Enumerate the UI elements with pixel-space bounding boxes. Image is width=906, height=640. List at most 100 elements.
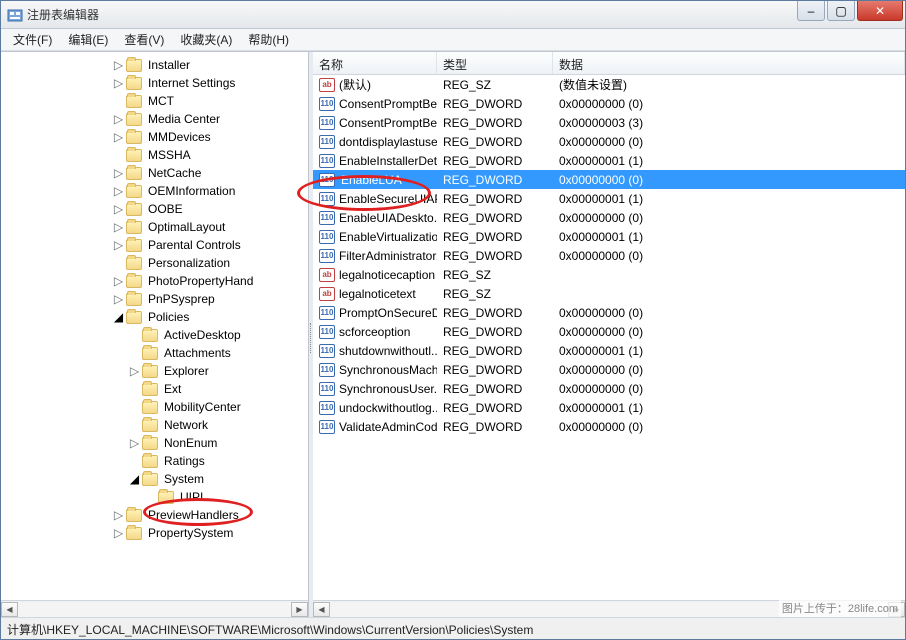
expand-toggle-icon[interactable]: ▷ [129,438,140,449]
tree-item[interactable]: ▷NonEnum [1,434,308,452]
tree-item[interactable]: ▷NetCache [1,164,308,182]
value-row[interactable]: 110SynchronousMach...REG_DWORD0x00000000… [313,360,905,379]
value-type: REG_DWORD [437,230,553,244]
value-type: REG_DWORD [437,325,553,339]
value-row[interactable]: ab(默认)REG_SZ(数值未设置) [313,75,905,94]
regsz-icon: ab [319,78,335,92]
tree-item[interactable]: ▷ MMDevices [1,128,308,146]
expand-toggle-icon[interactable]: ▷ [113,240,124,251]
tree-item[interactable]: UIPI [1,488,308,506]
folder-icon [142,329,158,342]
menu-view[interactable]: 查看(V) [116,29,172,50]
tree-item[interactable]: ◢System [1,470,308,488]
value-type: REG_DWORD [437,154,553,168]
tree-item[interactable]: ▷PnPSysprep [1,290,308,308]
col-type[interactable]: 类型 [437,52,553,74]
expand-toggle-icon[interactable]: ▷ [113,276,124,287]
expand-toggle-icon [129,384,140,395]
value-name: legalnoticecaption [339,268,435,282]
value-row[interactable]: 110ValidateAdminCod...REG_DWORD0x0000000… [313,417,905,436]
col-data[interactable]: 数据 [553,52,905,74]
scroll-right-icon[interactable]: ▶ [291,602,308,617]
value-row[interactable]: 110SynchronousUser...REG_DWORD0x00000000… [313,379,905,398]
value-name: undockwithoutlog... [339,401,437,415]
value-row[interactable]: 110PromptOnSecureD...REG_DWORD0x00000000… [313,303,905,322]
tree-item[interactable]: Network [1,416,308,434]
value-row[interactable]: 110dontdisplaylastuse...REG_DWORD0x00000… [313,132,905,151]
tree-item[interactable]: ▷PhotoPropertyHand [1,272,308,290]
value-list[interactable]: ab(默认)REG_SZ(数值未设置)110ConsentPromptBe...… [313,75,905,600]
scroll-left-icon[interactable]: ◀ [1,602,18,617]
tree-item[interactable]: ▷PropertySystem [1,524,308,542]
tree-item[interactable]: MCT [1,92,308,110]
tree-item[interactable]: ▷Installer [1,56,308,74]
tree-item[interactable]: ▷PreviewHandlers [1,506,308,524]
value-row[interactable]: 110EnableInstallerDet...REG_DWORD0x00000… [313,151,905,170]
regdword-icon: 110 [319,306,335,320]
tree-item[interactable]: ▷Media Center [1,110,308,128]
registry-editor-window: 注册表编辑器 – ▢ ✕ 文件(F) 编辑(E) 查看(V) 收藏夹(A) 帮助… [0,0,906,640]
minimize-button[interactable]: – [797,1,825,21]
value-data: 0x00000000 (0) [553,249,905,263]
expand-toggle-icon[interactable]: ▷ [113,168,124,179]
expand-toggle-icon[interactable]: ▷ [113,204,124,215]
value-row[interactable]: 110EnableSecureUIAP...REG_DWORD0x0000000… [313,189,905,208]
tree-item[interactable]: ◢Policies [1,308,308,326]
value-row[interactable]: 110FilterAdministrator...REG_DWORD0x0000… [313,246,905,265]
expand-toggle-icon[interactable]: ▷ [113,186,124,197]
value-row[interactable]: 110shutdownwithoutl...REG_DWORD0x0000000… [313,341,905,360]
tree-item[interactable]: ▷Parental Controls [1,236,308,254]
scroll-left-icon[interactable]: ◀ [313,602,330,617]
tree-item[interactable]: ▷OEMInformation [1,182,308,200]
close-button[interactable]: ✕ [857,1,903,21]
value-row[interactable]: 110scforceoptionREG_DWORD0x00000000 (0) [313,322,905,341]
tree-item[interactable]: Personalization [1,254,308,272]
expand-toggle-icon[interactable]: ▷ [113,114,124,125]
expand-toggle-icon[interactable]: ◢ [113,312,124,323]
tree-item[interactable]: MobilityCenter [1,398,308,416]
value-row[interactable]: 110EnableLUAREG_DWORD0x00000000 (0) [313,170,905,189]
value-row[interactable]: 110ConsentPromptBe...REG_DWORD0x00000000… [313,94,905,113]
expand-toggle-icon[interactable]: ▷ [113,132,124,143]
folder-icon [126,311,142,324]
tree-hscroll[interactable]: ◀ ▶ [1,600,308,617]
tree-item[interactable]: ▷OptimalLayout [1,218,308,236]
tree-item[interactable]: Attachments [1,344,308,362]
menu-file[interactable]: 文件(F) [5,29,60,50]
tree-item[interactable]: ActiveDesktop [1,326,308,344]
expand-toggle-icon[interactable]: ▷ [113,294,124,305]
menu-fav[interactable]: 收藏夹(A) [172,29,240,50]
maximize-button[interactable]: ▢ [827,1,855,21]
tree-item[interactable]: Ratings [1,452,308,470]
titlebar[interactable]: 注册表编辑器 – ▢ ✕ [1,1,905,29]
expand-toggle-icon[interactable]: ◢ [129,474,140,485]
registry-tree[interactable]: ▷Installer▷Internet SettingsMCT▷Media Ce… [1,52,308,600]
value-row[interactable]: 110undockwithoutlog...REG_DWORD0x0000000… [313,398,905,417]
value-row[interactable]: 110EnableUIADeskto...REG_DWORD0x00000000… [313,208,905,227]
tree-item[interactable]: ▷OOBE [1,200,308,218]
scroll-track[interactable] [18,602,291,617]
expand-toggle-icon[interactable]: ▷ [113,222,124,233]
menu-edit[interactable]: 编辑(E) [60,29,116,50]
tree-item[interactable]: ▷ Explorer [1,362,308,380]
expand-toggle-icon[interactable]: ▷ [113,510,124,521]
value-row[interactable]: ablegalnoticecaptionREG_SZ [313,265,905,284]
value-name: EnableUIADeskto... [339,211,437,225]
expand-toggle-icon[interactable]: ▷ [129,366,140,377]
tree-item[interactable]: ▷Internet Settings [1,74,308,92]
tree-item[interactable]: MSSHA [1,146,308,164]
regsz-icon: ab [319,268,335,282]
value-row[interactable]: 110EnableVirtualizationREG_DWORD0x000000… [313,227,905,246]
tree-item[interactable]: Ext [1,380,308,398]
value-row[interactable]: ablegalnoticetextREG_SZ [313,284,905,303]
expand-toggle-icon[interactable]: ▷ [113,78,124,89]
tree-label: Explorer [162,364,211,378]
col-name[interactable]: 名称 [313,52,437,74]
expand-toggle-icon[interactable]: ▷ [113,60,124,71]
value-type: REG_DWORD [437,344,553,358]
tree-label: MMDevices [146,130,213,144]
value-row[interactable]: 110ConsentPromptBe...REG_DWORD0x00000003… [313,113,905,132]
menu-help[interactable]: 帮助(H) [240,29,297,50]
expand-toggle-icon[interactable]: ▷ [113,528,124,539]
expand-toggle-icon [129,348,140,359]
